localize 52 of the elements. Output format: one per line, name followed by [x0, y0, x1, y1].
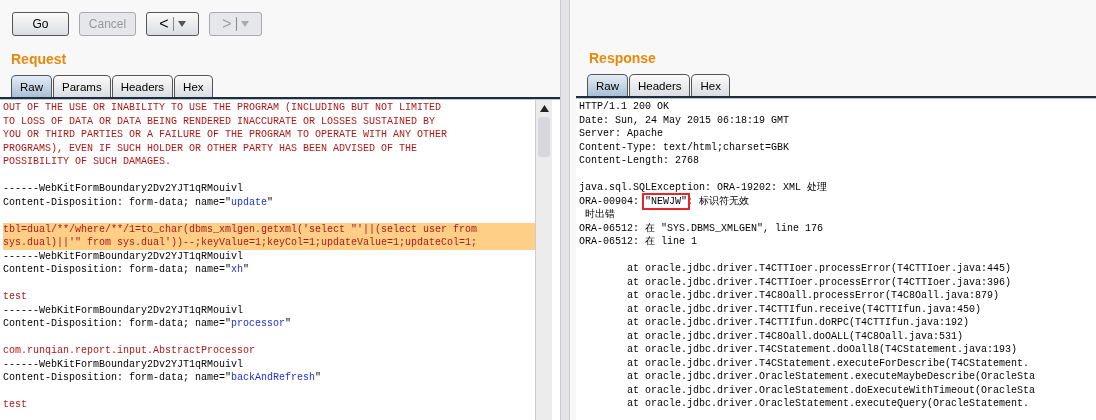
tab[interactable]: Hex — [174, 75, 213, 97]
code-line: POSSIBILITY OF SUCH DAMAGES. — [3, 155, 173, 169]
panel-title: Request — [10, 50, 68, 69]
code-line: Content-Type: text/html;charset=GBK — [579, 140, 791, 154]
code-line: HTTP/1.1 200 OK — [579, 100, 670, 114]
code-line: Content-Disposition: form-data; name="processor" — [3, 317, 293, 331]
code-line: Content-Length: 2768 — [579, 154, 701, 168]
scroll-up-icon[interactable] — [539, 105, 549, 112]
code-line: Content-Disposition: form-data; name="update" — [3, 195, 275, 209]
code-line: ------WebKitFormBoundary2Dv2YJT1qRMouivl — [3, 249, 245, 263]
code-line: com.runqian.report.input.AbstractProcessor — [3, 344, 257, 358]
code-line: ------WebKitFormBoundary2Dv2YJT1qRMouivl — [3, 182, 245, 196]
code-line: Content-Disposition: form-data; name="backAndRefresh" — [3, 371, 323, 385]
code-line: test — [3, 398, 28, 412]
tab[interactable]: Headers — [629, 74, 691, 96]
code-line: at oracle.jdbc.driver.T4CTTIfun.receive(T4CTTIfun.java:450) — [626, 302, 983, 316]
request-editor[interactable] — [0, 99, 560, 420]
code-line: Content-Disposition: form-data; name="xh" — [3, 263, 251, 277]
code-line: TO LOSS OF DATA OR DATA BEING RENDERED INACCURATE OR LOSSES SUSTAINED BY — [3, 114, 437, 128]
code-line: YOU OR THIRD PARTIES OR A FAILURE OF THE PROGRAM TO OPERATE WITH ANY OTHER — [3, 128, 449, 142]
code-line: at oracle.jdbc.driver.T4CTTIoer.processError(T4CTTIoer.java:396) — [626, 275, 1013, 289]
code-line: 时出错 — [584, 208, 616, 222]
code-line: at oracle.jdbc.driver.T4CTTIfun.doRPC(T4CTTIfun.java:192) — [626, 316, 971, 330]
scrollbar[interactable] — [535, 100, 552, 420]
tab[interactable]: Raw — [11, 75, 52, 97]
caret-icon[interactable] — [177, 21, 186, 27]
tab[interactable]: Params — [53, 75, 111, 97]
code-line: at oracle.jdbc.driver.T4C8Oall.doOALL(T4C8Oall.java:531) — [626, 329, 965, 343]
code-line: at oracle.jdbc.driver.T4CStatement.doOall8(T4CStatement.java:193) — [626, 343, 1019, 357]
response-editor[interactable] — [576, 98, 1096, 420]
code-line: java.sql.SQLException: ORA-19202: XML 处理 — [579, 181, 829, 195]
code-line: at oracle.jdbc.driver.OracleStatement.executeMaybeDescribe(OracleSta — [626, 370, 1037, 384]
tab[interactable]: Raw — [587, 74, 628, 96]
code-line: ------WebKitFormBoundary2Dv2YJT1qRMouivl — [3, 303, 245, 317]
code-line: at oracle.jdbc.driver.T4C8Oall.processError(T4C8Oall.java:879) — [626, 289, 1001, 303]
panel-title: Response — [588, 49, 657, 68]
code-line: ORA-06512: 在 "SYS.DBMS_XMLGEN", line 176 — [579, 221, 825, 235]
tab[interactable]: Headers — [111, 75, 174, 97]
back-button[interactable]: < — [146, 12, 199, 36]
code-line: at oracle.jdbc.driver.T4CTTIoer.processError(T4CTTIoer.java:445) — [626, 262, 1013, 276]
code-line: test — [3, 290, 28, 304]
code-line: OUT OF THE USE OR INABILITY TO USE THE PROGRAM (INCLUDING BUT NOT LIMITED — [3, 101, 443, 115]
code-line: Server: Apache — [579, 127, 664, 141]
toolbar-button[interactable]: Go — [12, 12, 69, 36]
code-line: Date: Sun, 24 May 2015 06:18:19 GMT — [579, 113, 791, 127]
tab[interactable]: Hex — [691, 74, 730, 96]
code-line: at oracle.jdbc.driver.OracleStatement.executeQuery(OracleStatement. — [626, 397, 1031, 411]
code-line: PROGRAMS), EVEN IF SUCH HOLDER OR OTHER PARTY HAS BEEN ADVISED OF THE — [3, 141, 419, 155]
code-line: at oracle.jdbc.driver.OracleStatement.doExecuteWithTimeout(OracleSta — [626, 383, 1037, 397]
code-line: ORA-06512: 在 line 1 — [579, 235, 699, 249]
code-line: ------WebKitFormBoundary2Dv2YJT1qRMouivl — [3, 357, 245, 371]
code-line: at oracle.jdbc.driver.T4CStatement.executeForDescribe(T4CStatement. — [626, 356, 1031, 370]
